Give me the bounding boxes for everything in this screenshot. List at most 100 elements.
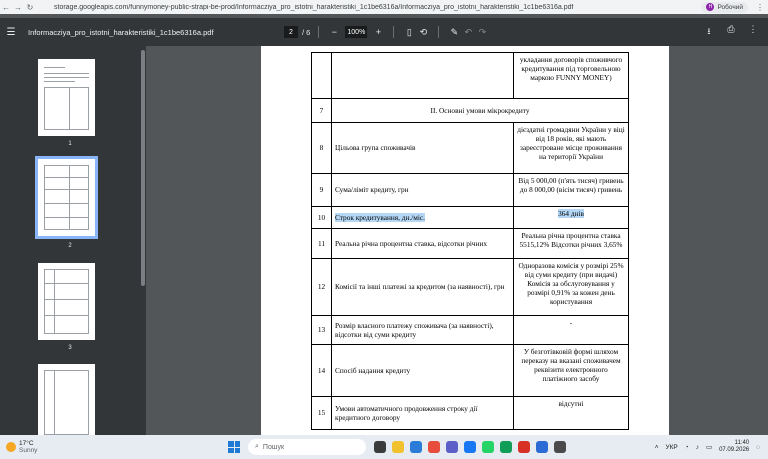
thumbnail-number: 3 — [68, 345, 72, 351]
row-number: 12 — [311, 258, 332, 316]
characteristics-table: укладання договорів споживчого кредитува… — [311, 52, 629, 430]
download-icon[interactable]: ⭳ — [702, 24, 716, 40]
taskbar-apps — [374, 441, 566, 453]
table-row: 15 Умови автоматичного продовження строк… — [311, 396, 629, 430]
sidebar-scrollbar[interactable] — [141, 50, 145, 286]
task-view-icon[interactable] — [374, 441, 386, 453]
table-row: 11 Реальна річна процентна ставка, відсо… — [311, 228, 629, 259]
fit-page-icon[interactable]: ▯ — [402, 27, 416, 38]
zoom-input[interactable]: 100% — [345, 26, 368, 38]
zoom-out-icon[interactable]: − — [327, 27, 341, 37]
redo-icon[interactable]: ↷ — [475, 27, 489, 38]
selected-text[interactable]: Строк кредитування, дн./міс. — [335, 212, 425, 222]
table-row: 7 II. Основні умови мікрокредиту — [311, 98, 629, 123]
table-row: 12 Комісії та інші платежі за кредитом (… — [311, 258, 629, 316]
row-label: Строк кредитування, дн./міс. — [331, 206, 514, 229]
page-number-input[interactable]: 2 — [284, 26, 298, 38]
row-number: 10 — [311, 206, 332, 229]
row-value: укладання договорів споживчого кредитува… — [513, 52, 629, 99]
file-explorer-icon[interactable] — [392, 441, 404, 453]
row-label: Сума/ліміт кредиту, грн — [331, 173, 514, 207]
row-number: 9 — [311, 173, 332, 207]
forward-icon[interactable]: → — [12, 1, 24, 13]
thumbnail-page-3[interactable]: 3 — [38, 263, 95, 351]
app-icon[interactable] — [428, 441, 440, 453]
thumbnail-number: 2 — [68, 243, 72, 249]
row-label: Цільова група споживачів — [331, 122, 514, 174]
app-icon[interactable] — [554, 441, 566, 453]
app-icon[interactable] — [536, 441, 548, 453]
pdf-toolbar: ☰ Informacziya_pro_istotni_harakteristik… — [0, 18, 768, 46]
reload-icon[interactable]: ↻ — [24, 1, 36, 13]
weather-condition: Sunny — [19, 447, 38, 454]
row-value: - — [513, 315, 629, 345]
undo-icon[interactable]: ↶ — [461, 27, 475, 38]
row-number: 13 — [311, 315, 332, 345]
toolbar-divider — [393, 26, 395, 38]
table-row: 9 Сума/ліміт кредиту, грн Від 5 000,00 (… — [311, 173, 629, 207]
table-row: 10 Строк кредитування, дн./міс. 364 днів — [311, 206, 629, 229]
print-icon[interactable]: ⎙ — [724, 24, 738, 40]
app-icon[interactable] — [464, 441, 476, 453]
thumbnail-page-1[interactable]: 1 — [38, 59, 95, 147]
toolbar-divider — [318, 26, 320, 38]
teams-icon[interactable] — [446, 441, 458, 453]
clock[interactable]: 11:40 07.09.2026 — [719, 440, 749, 454]
row-label: Розмір власного платежу споживача (за на… — [331, 315, 514, 345]
app-icon[interactable] — [500, 441, 512, 453]
browser-address-bar: ← → ↻ storage.googleapis.com/funnymoney-… — [0, 0, 768, 14]
search-icon: ⌕ — [255, 443, 259, 450]
page-total: / 6 — [302, 27, 311, 37]
taskbar-search[interactable]: ⌕ Пошук — [248, 439, 366, 455]
windows-start-icon[interactable] — [228, 441, 240, 453]
chevron-up-icon[interactable]: ˄ — [655, 444, 659, 451]
browser-menu-icon[interactable]: ⋮ — [752, 3, 768, 12]
row-label — [331, 52, 514, 99]
row-value: 364 днів — [513, 206, 629, 229]
row-value: Від 5 000,00 (п'ять тисяч) гривень до 8 … — [513, 173, 629, 207]
annotate-icon[interactable]: ✎ — [447, 27, 461, 38]
edge-icon[interactable] — [410, 441, 422, 453]
row-number — [311, 52, 332, 99]
sun-icon — [6, 442, 16, 452]
thumbnail-sidebar: 1 2 3 — [0, 46, 140, 435]
avatar: Н — [706, 3, 715, 11]
row-label: Спосіб надання кредиту — [331, 344, 514, 397]
url-field[interactable]: storage.googleapis.com/funnymoney-public… — [54, 4, 701, 11]
more-options-icon[interactable]: ⋮ — [746, 24, 760, 40]
section-header: II. Основні умови мікрокредиту — [331, 98, 629, 123]
back-icon[interactable]: ← — [0, 1, 12, 13]
wifi-icon[interactable]: ◔ — [685, 444, 689, 451]
whatsapp-icon[interactable] — [482, 441, 494, 453]
toolbar-divider — [438, 26, 440, 38]
table-row: 8 Цільова група споживачів дієздатні гро… — [311, 122, 629, 174]
row-value: дієздатні громадяни України у віці від 1… — [513, 122, 629, 174]
thumbnail-page-2[interactable]: 2 — [35, 156, 98, 249]
zoom-in-icon[interactable]: + — [371, 27, 385, 37]
selected-text[interactable]: 364 днів — [558, 209, 584, 218]
battery-icon[interactable]: ▭ — [706, 443, 712, 451]
row-label: Умови автоматичного продовження строку д… — [331, 396, 514, 430]
pdf-title: Informacziya_pro_istotni_harakteristiki_… — [28, 27, 214, 37]
row-number: 8 — [311, 122, 332, 174]
date: 07.09.2026 — [719, 447, 750, 453]
thumbnail-page-4[interactable] — [38, 364, 95, 435]
notification-icon[interactable]: ◌ — [756, 444, 760, 451]
weather-temp: 17°C — [19, 439, 34, 447]
volume-icon[interactable]: ♪ — [696, 444, 699, 451]
rotate-icon[interactable]: ⟲ — [416, 27, 430, 38]
table-row: укладання договорів споживчого кредитува… — [311, 52, 629, 99]
time: 11:40 — [734, 439, 750, 446]
system-tray: ˄ УКР ◔ ♪ ▭ 11:40 07.09.2026 ◌ — [655, 440, 760, 454]
profile-button[interactable]: Н Робочий — [701, 1, 748, 13]
pdf-page: укладання договорів споживчого кредитува… — [261, 46, 669, 435]
row-label: Реальна річна процентна ставка, відсотки… — [331, 228, 514, 259]
search-placeholder: Пошук — [262, 443, 285, 451]
profile-name: Робочий — [717, 3, 743, 11]
row-value: Реальна річна процентна ставка 5515,12% … — [513, 228, 629, 259]
weather-widget[interactable]: 17°C Sunny — [6, 440, 96, 454]
menu-icon[interactable]: ☰ — [0, 27, 22, 38]
chrome-icon[interactable] — [518, 441, 530, 453]
row-number: 14 — [311, 344, 332, 397]
language-indicator[interactable]: УКР — [665, 444, 677, 451]
